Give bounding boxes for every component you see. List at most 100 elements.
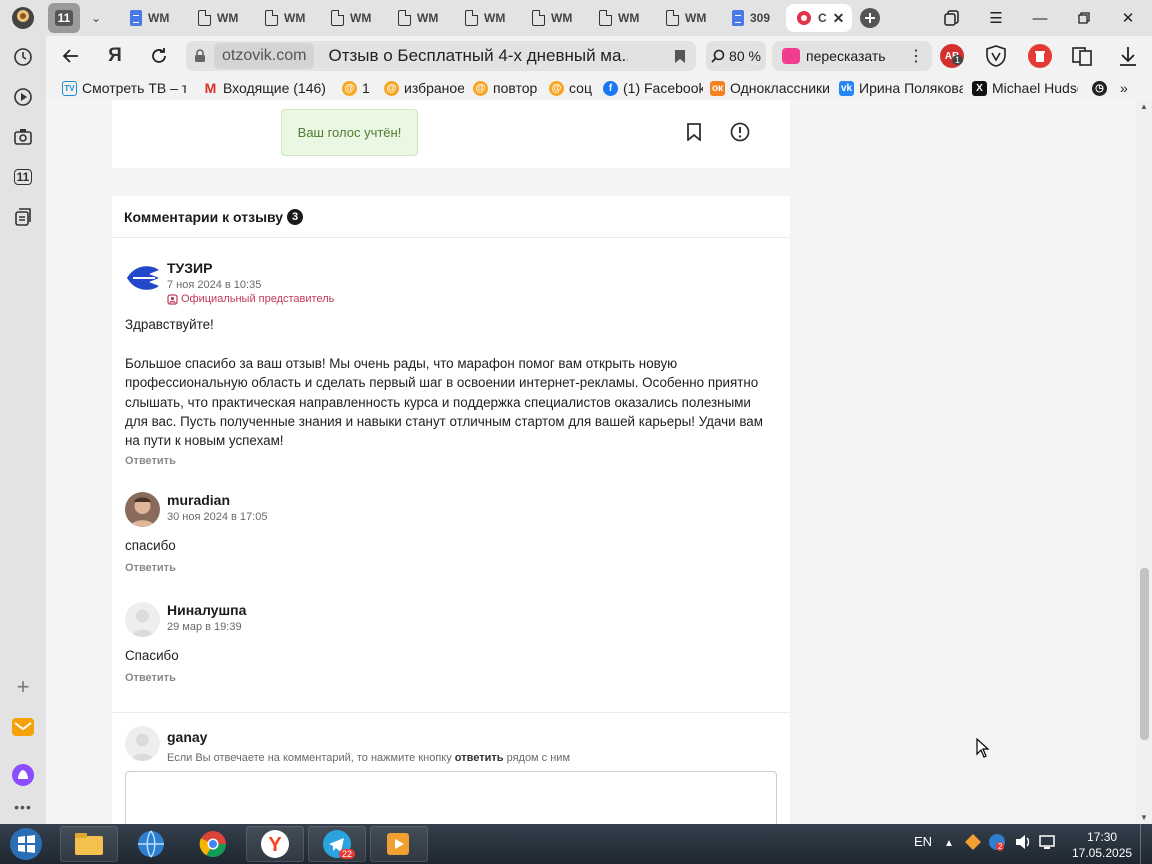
- tab-wm-6[interactable]: WM: [455, 4, 513, 32]
- reply-link[interactable]: Ответить: [125, 672, 176, 684]
- browser-menu-icon[interactable]: [6, 3, 40, 33]
- document-icon: [331, 10, 344, 26]
- telegram-app[interactable]: 22: [308, 826, 366, 862]
- close-window-button[interactable]: ✕: [1110, 4, 1146, 32]
- lock-icon[interactable]: [194, 49, 206, 63]
- bookmark-soc[interactable]: @ соц: [549, 79, 593, 97]
- network-icon[interactable]: [1038, 833, 1056, 854]
- comment-author[interactable]: Ниналушпа: [167, 602, 246, 618]
- tab-wm-1[interactable]: WM: [120, 4, 178, 32]
- reading-list-icon[interactable]: [8, 202, 38, 232]
- video-player-app[interactable]: [370, 826, 428, 862]
- comment-textarea[interactable]: [125, 771, 777, 824]
- more-dots-icon[interactable]: •••: [8, 792, 38, 822]
- more-bookmarks-chevron-icon[interactable]: »: [1120, 79, 1136, 97]
- bookmark-1[interactable]: @1: [342, 79, 376, 97]
- video-play-icon[interactable]: [8, 82, 38, 112]
- comment-text: спасибо: [125, 538, 176, 553]
- retell-button[interactable]: пересказать ⋮: [772, 41, 932, 71]
- bookmark-ribbon-icon[interactable]: [674, 49, 686, 64]
- current-user-avatar: [125, 726, 160, 761]
- download-icon[interactable]: [1116, 44, 1140, 68]
- default-avatar[interactable]: [125, 602, 160, 637]
- close-tab-icon[interactable]: ✕: [833, 10, 845, 27]
- tab-otzovik-active[interactable]: С ✕: [786, 4, 852, 32]
- bookmark-label: Michael Hudso: [992, 80, 1078, 96]
- tray-app-icon[interactable]: [964, 833, 982, 854]
- reload-icon[interactable]: [144, 41, 174, 71]
- translate-extension-icon[interactable]: [1070, 44, 1094, 68]
- bookmark-history[interactable]: ◷: [1092, 79, 1108, 97]
- hamburger-menu-icon[interactable]: ☰: [978, 4, 1014, 32]
- chevron-down-icon[interactable]: ⌄: [84, 3, 108, 33]
- minimize-button[interactable]: —: [1022, 4, 1058, 32]
- bookmark-odnoklassniki[interactable]: ок Одноклассники: [710, 79, 830, 97]
- yandex-browser-app[interactable]: Y: [246, 826, 304, 862]
- tab-wm-5[interactable]: WM: [388, 4, 446, 32]
- bookmark-vk[interactable]: vk Ирина Полякова: [839, 79, 963, 97]
- scroll-up-arrow-icon[interactable]: ▲: [1140, 102, 1148, 111]
- screenshot-camera-icon[interactable]: [8, 122, 38, 152]
- comment-author[interactable]: ТУЗИР: [167, 260, 212, 276]
- url-page-title[interactable]: Отзыв о Бесплатный 4-х дневный ма...: [328, 46, 628, 66]
- bookmark-x[interactable]: X Michael Hudso: [972, 79, 1078, 97]
- tab-label: 309: [750, 11, 771, 25]
- volume-speaker-icon[interactable]: [1014, 833, 1032, 854]
- bookmark-icon[interactable]: [684, 122, 704, 142]
- scrollbar-thumb[interactable]: [1140, 568, 1149, 740]
- tab-group-button[interactable]: 11: [48, 3, 80, 33]
- mail-app-icon[interactable]: [8, 712, 38, 742]
- collections-icon[interactable]: [934, 4, 970, 32]
- tab-wm-7[interactable]: WM: [522, 4, 580, 32]
- history-clock-icon[interactable]: [8, 42, 38, 72]
- alice-assistant-icon[interactable]: [8, 760, 38, 790]
- chrome-app[interactable]: [184, 826, 242, 862]
- chrome-icon: [199, 831, 227, 858]
- bookmark-tv[interactable]: TV Смотреть ТВ – те: [62, 79, 186, 97]
- tab-wm-3[interactable]: WM: [255, 4, 313, 32]
- zoom-indicator[interactable]: 80 %: [706, 41, 766, 71]
- page-scrollbar[interactable]: ▲ ▼: [1136, 100, 1152, 824]
- start-button[interactable]: [4, 826, 48, 862]
- bookmark-povtor[interactable]: @ повтор: [473, 79, 541, 97]
- tab-309[interactable]: 309: [722, 4, 778, 32]
- trash-extension-icon[interactable]: [1028, 44, 1052, 68]
- scroll-down-arrow-icon[interactable]: ▼: [1140, 813, 1148, 822]
- tabs-counter-label: 11: [13, 169, 33, 185]
- bookmark-izbranoe[interactable]: @ избраное: [384, 79, 464, 97]
- show-desktop-button[interactable]: [1140, 824, 1152, 864]
- tabs-counter-icon[interactable]: 11: [8, 162, 38, 192]
- report-alert-icon[interactable]: [730, 122, 750, 142]
- more-vertical-icon[interactable]: ⋮: [908, 46, 924, 66]
- document-icon: [265, 10, 278, 26]
- facebook-icon: f: [603, 80, 618, 96]
- official-badge-label: Официальный представитель: [181, 293, 335, 305]
- bookmark-gmail[interactable]: M Входящие (146) -: [203, 79, 327, 97]
- browser-sidebar: 11 + •••: [0, 36, 46, 824]
- bookmark-facebook[interactable]: f (1) Facebook: [603, 79, 703, 97]
- yandex-tray-icon[interactable]: 2: [988, 833, 1006, 854]
- bookmark-label: Ирина Полякова: [859, 80, 963, 96]
- comment-author[interactable]: muradian: [167, 492, 230, 508]
- address-bar[interactable]: otzovik.com Отзыв о Бесплатный 4-х дневн…: [186, 41, 696, 71]
- reply-link[interactable]: Ответить: [125, 455, 176, 467]
- restore-button[interactable]: [1066, 4, 1102, 32]
- ie-browser-app[interactable]: [122, 826, 180, 862]
- comment-item: ТУЗИР 7 ноя 2024 в 10:35 Официальный пре…: [125, 260, 777, 470]
- file-explorer-app[interactable]: [60, 826, 118, 862]
- reply-link[interactable]: Ответить: [125, 562, 176, 574]
- tab-wm-9[interactable]: WM: [656, 4, 714, 32]
- url-domain[interactable]: otzovik.com: [214, 43, 315, 69]
- tab-wm-2[interactable]: WM: [188, 4, 246, 32]
- tray-expand-icon[interactable]: ▲: [944, 838, 954, 849]
- tab-wm-8[interactable]: WM: [589, 4, 647, 32]
- new-tab-button[interactable]: [857, 3, 883, 33]
- user-photo-avatar[interactable]: [125, 492, 160, 527]
- tab-wm-4[interactable]: WM: [321, 4, 379, 32]
- back-arrow-icon[interactable]: [56, 41, 86, 71]
- yandex-logo-icon[interactable]: Я: [100, 41, 130, 71]
- vpn-shield-icon[interactable]: [984, 44, 1008, 68]
- clock-area[interactable]: 17:30 17.05.2025: [1072, 829, 1132, 861]
- language-indicator[interactable]: EN: [914, 834, 932, 849]
- add-panel-icon[interactable]: +: [8, 672, 38, 702]
